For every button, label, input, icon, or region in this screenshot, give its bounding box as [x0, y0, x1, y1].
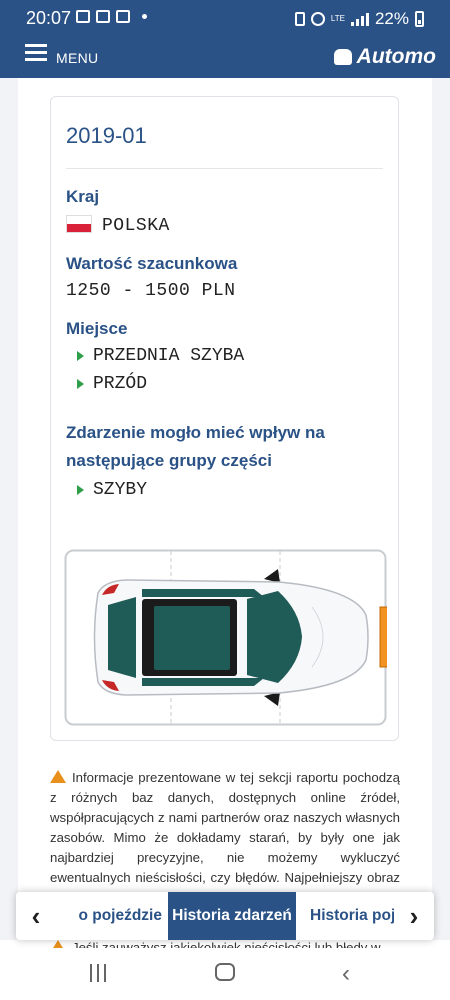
bullet-arrow-icon	[77, 485, 84, 495]
event-card: 2019-01 Kraj POLSKA Wartość szacunkowa 1…	[50, 96, 399, 741]
bullet-arrow-icon	[77, 379, 84, 389]
status-time: 20:07	[26, 8, 72, 28]
bullet-arrow-icon	[77, 351, 84, 361]
damage-highlight-front	[379, 606, 387, 668]
warning-icon	[50, 940, 66, 948]
notification-icons	[76, 10, 147, 23]
event-date: 2019-01	[66, 123, 147, 148]
back-chevron-icon[interactable]: ‹	[342, 960, 350, 988]
hamburger-menu-icon[interactable]	[25, 44, 47, 65]
tab-vehicle-history[interactable]: Historia poja	[296, 892, 394, 940]
camera-off-icon	[96, 10, 110, 23]
parts-label-line1: Zdarzenie mogło mieć wpływ na	[66, 423, 325, 442]
nfc-icon	[294, 12, 305, 26]
sunroof	[154, 606, 230, 670]
network-type: LTE	[330, 14, 345, 23]
section-tab-bar: ‹ o pojeździe Historia zdarzeń Historia …	[16, 892, 434, 940]
app-header: MENU Automo	[0, 36, 450, 78]
card-divider	[66, 168, 383, 169]
place-item: PRZÓD	[77, 374, 147, 394]
rear-window	[108, 597, 136, 678]
estimated-value: 1250 - 1500 PLN	[66, 281, 236, 301]
side-window-top	[142, 589, 264, 597]
more-notifications-icon	[142, 14, 147, 19]
logo-car-icon	[333, 49, 352, 65]
battery-percent: 22%	[374, 9, 409, 28]
estimated-value-label: Wartość szacunkowa	[66, 254, 238, 273]
battery-icon	[415, 11, 424, 27]
logo-text: Automo	[356, 45, 436, 68]
poland-flag-icon	[66, 215, 92, 233]
menu-label[interactable]: MENU	[56, 50, 98, 66]
home-icon[interactable]	[215, 963, 235, 981]
gallery-icon	[76, 10, 90, 23]
tab-event-history[interactable]: Historia zdarzeń	[168, 892, 296, 940]
country-value: POLSKA	[66, 215, 170, 236]
status-bar: 20:07 LTE 22%	[0, 0, 450, 36]
alarm-icon	[310, 12, 325, 26]
system-icons: LTE 22%	[294, 9, 424, 29]
place-item: PRZEDNIA SZYBA	[77, 346, 244, 366]
disclaimer-text: Informacje prezentowane w tej sekcji rap…	[50, 770, 400, 905]
calendar-icon	[116, 10, 130, 23]
parts-item: SZYBY	[77, 480, 147, 500]
parts-label-line2: następujące grupy części	[66, 451, 272, 470]
signal-icon	[350, 12, 369, 26]
system-nav-bar: ‹	[0, 948, 450, 1000]
tab-prev-chevron-icon[interactable]: ‹	[16, 892, 56, 940]
recent-apps-icon[interactable]	[90, 964, 106, 982]
automo-logo[interactable]: Automo	[333, 45, 436, 69]
disclaimer-next-text: Jeśli zauważysz jakiekolwiek nieścisłośc…	[50, 940, 400, 948]
side-window-bottom	[142, 678, 264, 686]
car-damage-diagram	[64, 549, 387, 726]
country-label: Kraj	[66, 187, 100, 206]
place-label: Miejsce	[66, 319, 128, 338]
tab-next-chevron-icon[interactable]: ›	[394, 892, 434, 940]
tab-vehicle-info[interactable]: o pojeździe	[56, 892, 168, 940]
warning-icon	[50, 770, 66, 783]
